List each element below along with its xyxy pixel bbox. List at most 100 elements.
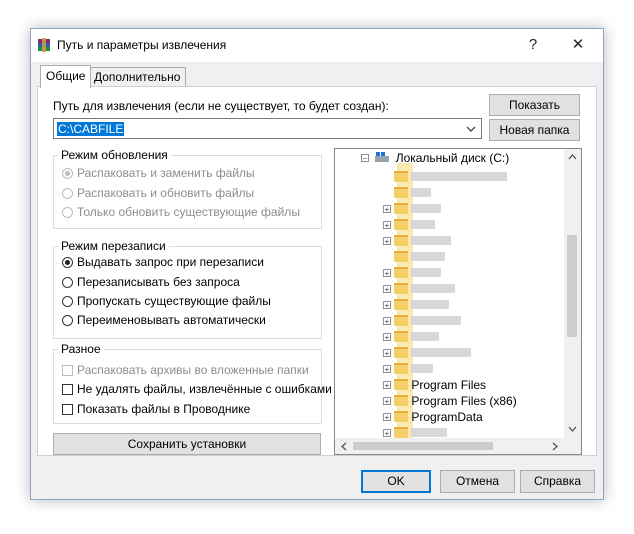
tree-row[interactable]: + <box>383 218 436 233</box>
folder-icon <box>394 203 409 214</box>
radio-skip[interactable] <box>62 296 73 307</box>
expand-icon[interactable]: + <box>383 237 391 246</box>
tree-hscroll-thumb[interactable] <box>353 442 493 450</box>
misc-option-nested-archives[interactable]: Распаковать архивы во вложенные папки <box>62 362 309 378</box>
close-icon[interactable]: ✕ <box>564 34 592 56</box>
folder-icon <box>394 315 409 326</box>
expand-icon[interactable]: + <box>383 349 391 358</box>
expand-icon[interactable]: + <box>383 381 391 390</box>
tree-scroll-thumb[interactable] <box>567 235 577 337</box>
folder-icon <box>394 395 409 406</box>
cancel-button[interactable]: Отмена <box>440 470 515 493</box>
path-combobox[interactable]: C:\CABFILE <box>53 118 482 139</box>
chevron-down-icon[interactable] <box>466 126 476 133</box>
scroll-right-icon[interactable] <box>552 442 558 451</box>
folder-icon <box>394 251 409 262</box>
tree-row[interactable] <box>383 170 508 185</box>
path-value[interactable]: C:\CABFILE <box>57 122 125 136</box>
checkbox-nested-archives[interactable] <box>62 365 73 376</box>
overwrite-option-rename[interactable]: Переименовывать автоматически <box>62 312 266 328</box>
tree-row[interactable]: + <box>383 282 456 297</box>
tree-vertical-scrollbar[interactable] <box>564 149 581 438</box>
folder-icon <box>394 187 409 198</box>
radio-rename[interactable] <box>62 315 73 326</box>
tree-folder-program-files[interactable]: + Program Files <box>383 378 486 393</box>
misc-title: Разное <box>58 342 104 356</box>
extraction-dialog: Путь и параметры извлечения ? ✕ Общие До… <box>30 28 604 500</box>
drive-icon <box>375 152 390 162</box>
folder-icon <box>394 347 409 358</box>
tree-root-label: Локальный диск (C:) <box>395 151 510 165</box>
tree-row[interactable]: + <box>383 266 442 281</box>
scroll-left-icon[interactable] <box>341 442 347 451</box>
radio-update[interactable] <box>62 188 73 199</box>
folder-tree[interactable]: − Локальный диск (C:) + + + + + + + + + … <box>334 148 582 455</box>
update-mode-title: Режим обновления <box>58 148 171 162</box>
overwrite-option-skip[interactable]: Пропускать существующие файлы <box>62 293 271 309</box>
expand-icon[interactable]: + <box>383 413 391 422</box>
title-bar[interactable]: Путь и параметры извлечения ? ✕ <box>31 29 603 62</box>
help-button[interactable]: Справка <box>520 470 595 493</box>
update-option-update[interactable]: Распаковать и обновить файлы <box>62 185 254 201</box>
tree-row[interactable]: + <box>383 202 442 217</box>
save-settings-button[interactable]: Сохранить установки <box>53 433 321 455</box>
expand-icon[interactable]: + <box>383 301 391 310</box>
folder-icon <box>394 267 409 278</box>
expand-icon[interactable]: + <box>383 333 391 342</box>
folder-icon <box>394 363 409 374</box>
tree-row[interactable] <box>383 250 446 265</box>
scroll-up-icon[interactable] <box>568 154 577 160</box>
help-title-button[interactable]: ? <box>519 34 547 56</box>
folder-icon <box>394 219 409 230</box>
update-option-replace[interactable]: Распаковать и заменить файлы <box>62 165 255 181</box>
radio-replace[interactable] <box>62 168 73 179</box>
winrar-icon <box>38 38 50 52</box>
expand-icon[interactable]: + <box>383 429 391 438</box>
expand-icon[interactable]: + <box>383 221 391 230</box>
overwrite-option-without-prompt[interactable]: Перезаписывать без запроса <box>62 274 240 290</box>
tree-row[interactable]: + <box>383 298 450 313</box>
folder-icon <box>394 283 409 294</box>
tree-folder-programdata[interactable]: + ProgramData <box>383 410 483 425</box>
checkbox-show-in-explorer[interactable] <box>62 404 73 415</box>
new-folder-button[interactable]: Новая папка <box>489 119 580 141</box>
folder-icon <box>394 411 409 422</box>
tree-row[interactable]: + <box>383 330 440 345</box>
collapse-icon[interactable]: − <box>361 154 369 163</box>
misc-option-show-in-explorer[interactable]: Показать файлы в Проводнике <box>62 401 250 417</box>
window-title: Путь и параметры извлечения <box>57 38 227 52</box>
expand-icon[interactable]: + <box>383 285 391 294</box>
tree-row[interactable]: + <box>383 346 472 361</box>
ok-button[interactable]: OK <box>361 470 431 493</box>
tree-folder-program-files-x86[interactable]: + Program Files (x86) <box>383 394 517 409</box>
misc-option-keep-broken[interactable]: Не удалять файлы, извлечённые с ошибками <box>62 381 332 397</box>
radio-ask[interactable] <box>62 257 73 268</box>
update-option-only-existing[interactable]: Только обновить существующие файлы <box>62 204 300 220</box>
tab-advanced[interactable]: Дополнительно <box>88 67 187 87</box>
folder-icon <box>394 235 409 246</box>
tree-row[interactable]: + <box>383 234 452 249</box>
tree-horizontal-scrollbar[interactable] <box>335 438 581 454</box>
expand-icon[interactable]: + <box>383 205 391 214</box>
radio-only-existing[interactable] <box>62 207 73 218</box>
expand-icon[interactable]: + <box>383 269 391 278</box>
checkbox-keep-broken[interactable] <box>62 384 73 395</box>
tree-root-row[interactable]: − Локальный диск (C:) <box>361 151 509 166</box>
folder-icon <box>394 427 409 438</box>
path-label: Путь для извлечения (если не существует,… <box>53 99 389 113</box>
overwrite-mode-title: Режим перезаписи <box>58 239 169 253</box>
tree-row[interactable] <box>383 186 432 201</box>
radio-without-prompt[interactable] <box>62 277 73 288</box>
expand-icon[interactable]: + <box>383 365 391 374</box>
tree-row[interactable]: + <box>383 314 462 329</box>
overwrite-option-ask[interactable]: Выдавать запрос при перезаписи <box>62 254 264 270</box>
scroll-down-icon[interactable] <box>568 426 577 432</box>
show-button[interactable]: Показать <box>489 94 580 116</box>
expand-icon[interactable]: + <box>383 397 391 406</box>
folder-icon <box>394 299 409 310</box>
general-tab-panel: Путь для извлечения (если не существует,… <box>37 86 597 456</box>
tab-general[interactable]: Общие <box>40 65 92 88</box>
expand-icon[interactable]: + <box>383 317 391 326</box>
tree-row[interactable]: + <box>383 362 434 377</box>
folder-icon <box>394 331 409 342</box>
